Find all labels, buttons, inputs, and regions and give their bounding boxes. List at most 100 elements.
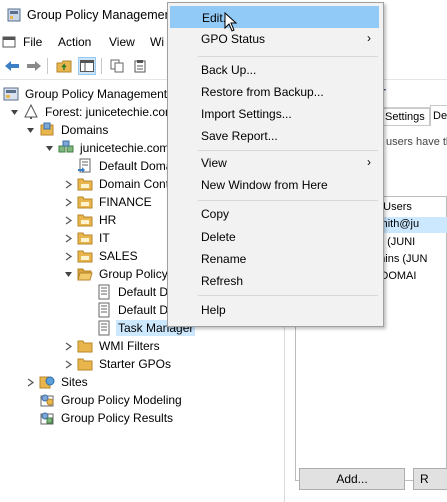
collapse-chevron-icon[interactable] xyxy=(8,106,20,118)
menu-label: New Window from Here xyxy=(201,178,328,192)
tab-delegation[interactable]: De xyxy=(430,105,447,127)
tree-item-hr[interactable]: HR xyxy=(62,211,118,229)
expand-chevron-icon[interactable] xyxy=(62,340,74,352)
tree-label: SALES xyxy=(99,249,138,263)
menu-label: Refresh xyxy=(201,274,244,288)
menu-item-refresh[interactable]: Refresh xyxy=(170,270,379,292)
tree-item-sites[interactable]: Sites xyxy=(24,373,90,391)
menu-item-edit[interactable]: Edit... xyxy=(170,6,379,28)
tree-label: Domains xyxy=(61,123,109,137)
tree-label: FINANCE xyxy=(99,195,152,209)
expand-chevron-icon[interactable] xyxy=(62,358,74,370)
tab-label: De xyxy=(433,110,447,122)
expand-chevron-icon[interactable] xyxy=(62,196,74,208)
menu-label: View xyxy=(201,156,227,170)
window-title: Group Policy Management xyxy=(27,8,175,22)
submenu-arrow-icon: › xyxy=(367,155,371,169)
tree-item-it[interactable]: IT xyxy=(62,229,112,247)
gpmc-icon xyxy=(3,86,19,102)
tree-item-forest[interactable]: Forest: junicetechie.com xyxy=(8,103,177,121)
tree-item-sales[interactable]: SALES xyxy=(62,247,140,265)
tree-item-root[interactable]: Group Policy Management xyxy=(3,85,169,103)
up-folder-icon[interactable] xyxy=(55,57,73,75)
menu-item-import-settings[interactable]: Import Settings... xyxy=(170,103,379,125)
menu-item-delete[interactable]: Delete xyxy=(170,226,379,248)
copy-icon[interactable] xyxy=(108,57,126,75)
menu-item-gpo-status[interactable]: GPO Status › xyxy=(170,28,379,50)
clipboard-icon[interactable] xyxy=(131,57,149,75)
show-hide-tree-icon[interactable] xyxy=(78,57,96,75)
sites-icon xyxy=(39,374,55,390)
tree-label: Group Policy Modeling xyxy=(61,393,182,407)
gpo-icon xyxy=(96,302,112,318)
collapse-chevron-icon[interactable] xyxy=(43,142,55,154)
tree-item-domain[interactable]: junicetechie.com xyxy=(43,139,171,157)
menu-label: Copy xyxy=(201,207,230,221)
tree-item-modeling[interactable]: Group Policy Modeling xyxy=(39,391,184,409)
modeling-icon xyxy=(39,392,55,408)
menu-item-rename[interactable]: Rename xyxy=(170,248,379,270)
expand-chevron-icon[interactable] xyxy=(62,178,74,190)
ou-folder-icon xyxy=(77,248,93,264)
console-menu-icon[interactable] xyxy=(2,35,16,52)
menu-item-back-up[interactable]: Back Up... xyxy=(170,59,379,81)
ou-folder-icon xyxy=(77,212,93,228)
gpo-icon xyxy=(96,320,112,336)
menu-file[interactable]: File xyxy=(23,35,42,49)
menu-label: Rename xyxy=(201,252,247,266)
tab-label: Settings xyxy=(385,111,425,123)
menu-item-copy[interactable]: Copy xyxy=(170,203,379,225)
menu-label: Save Report... xyxy=(201,129,278,143)
tree-item-results[interactable]: Group Policy Results xyxy=(39,409,175,427)
tree-item-finance[interactable]: FINANCE xyxy=(62,193,154,211)
tree-item-domains[interactable]: Domains xyxy=(24,121,110,139)
back-arrow-icon[interactable] xyxy=(3,57,21,75)
menu-window[interactable]: Wi xyxy=(150,35,164,49)
expand-chevron-icon[interactable] xyxy=(62,232,74,244)
menu-label: Help xyxy=(201,303,226,317)
tree-label: Group Policy Management xyxy=(25,87,168,101)
tree-label: Group Policy Results xyxy=(61,411,174,425)
context-menu: Edit... GPO Status › Back Up... Restore … xyxy=(167,2,384,327)
expand-chevron-icon[interactable] xyxy=(62,214,74,226)
folder-icon xyxy=(77,338,93,354)
gpo-link-icon xyxy=(77,158,93,174)
add-button[interactable]: Add... xyxy=(299,468,405,490)
tree-label: IT xyxy=(99,231,110,245)
menu-label: Import Settings... xyxy=(201,107,292,121)
tree-item-starter-gpos[interactable]: Starter GPOs xyxy=(62,355,173,373)
expand-chevron-icon[interactable] xyxy=(24,376,36,388)
ou-folder-icon xyxy=(77,194,93,210)
tree-label: Sites xyxy=(61,375,88,389)
ou-folder-icon xyxy=(77,230,93,246)
results-icon xyxy=(39,410,55,426)
menu-action[interactable]: Action xyxy=(58,35,91,49)
delegation-description: users have th xyxy=(386,136,447,148)
tree-label: WMI Filters xyxy=(99,339,160,353)
menu-label: Back Up... xyxy=(201,63,257,77)
ou-folder-icon xyxy=(77,176,93,192)
mouse-cursor-icon xyxy=(224,11,238,35)
domains-icon xyxy=(39,122,55,138)
menu-item-view[interactable]: View › xyxy=(170,152,379,174)
collapse-chevron-icon[interactable] xyxy=(62,268,74,280)
tab-settings[interactable]: Settings xyxy=(382,108,430,126)
tree-item-wmi-filters[interactable]: WMI Filters xyxy=(62,337,162,355)
menu-view[interactable]: View xyxy=(109,35,135,49)
menu-item-new-window[interactable]: New Window from Here xyxy=(170,174,379,196)
menu-item-restore[interactable]: Restore from Backup... xyxy=(170,81,379,103)
collapse-chevron-icon[interactable] xyxy=(24,124,36,136)
menu-item-save-report[interactable]: Save Report... xyxy=(170,125,379,147)
folder-open-icon xyxy=(77,266,93,282)
tree-label: HR xyxy=(99,213,117,227)
remove-button[interactable]: R xyxy=(413,468,447,490)
menu-label: Delete xyxy=(201,230,236,244)
tree-label: Starter GPOs xyxy=(99,357,172,371)
menu-label: Restore from Backup... xyxy=(201,85,324,99)
expand-chevron-icon[interactable] xyxy=(62,250,74,262)
forward-arrow-icon[interactable] xyxy=(25,57,43,75)
folder-icon xyxy=(77,356,93,372)
tree-label: Forest: junicetechie.com xyxy=(45,105,176,119)
gpo-icon xyxy=(96,284,112,300)
menu-item-help[interactable]: Help xyxy=(170,299,379,321)
